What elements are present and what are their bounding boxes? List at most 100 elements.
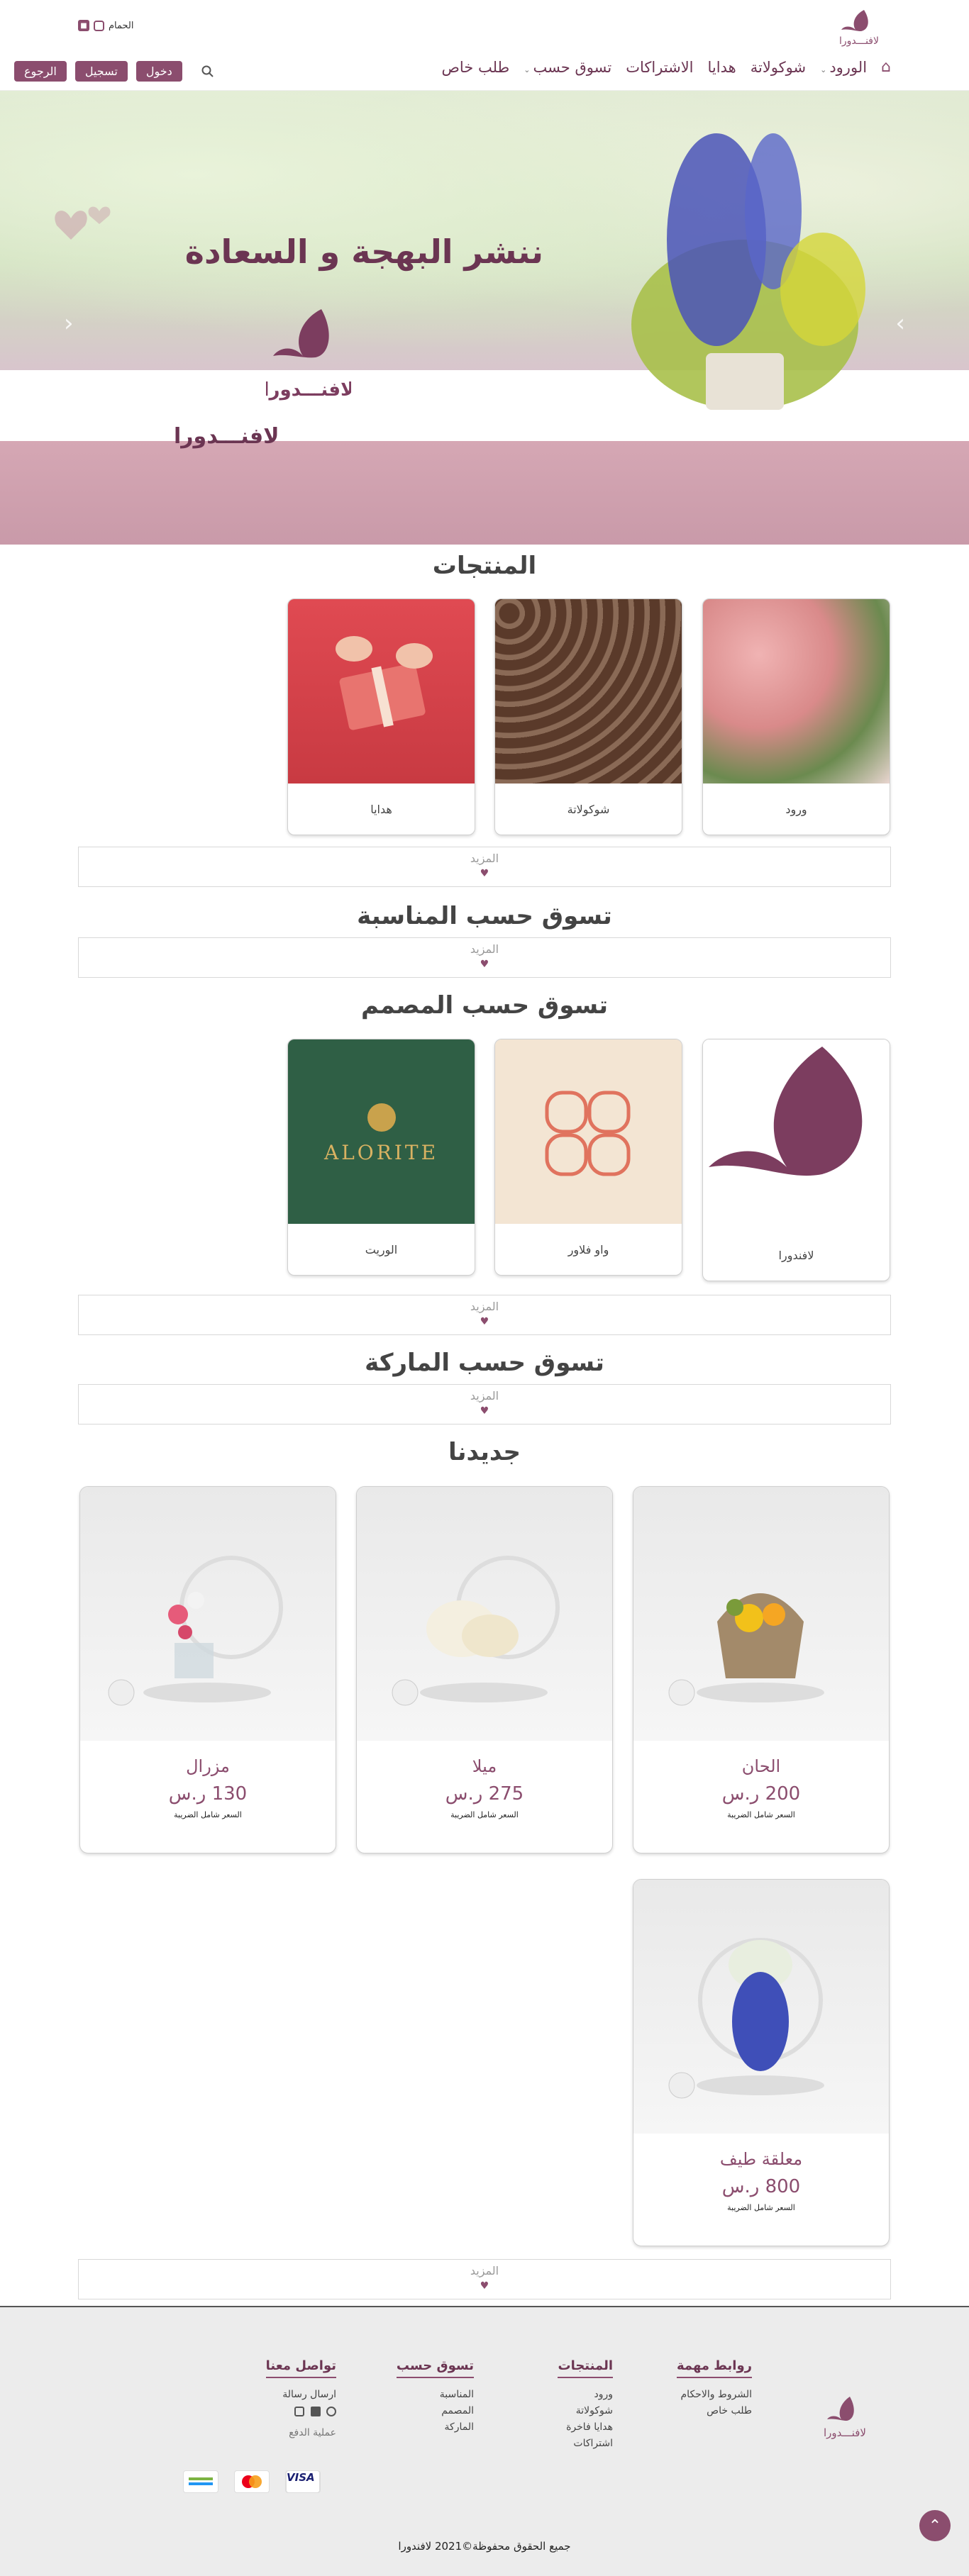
category-card-roses[interactable]: ورود: [702, 598, 890, 835]
products-section-title: المنتجات: [432, 552, 537, 580]
rose-emblem-icon: [367, 1103, 396, 1132]
product-price: 275 ر.س: [445, 1783, 524, 1805]
nav-item-shop-by[interactable]: تسوق حسب⌄: [524, 59, 611, 76]
lavandora-logo-icon: [709, 1047, 863, 1176]
designer-label: الوريت: [365, 1242, 398, 1256]
product-photo: [633, 1880, 889, 2134]
category-label: شوكولاتة: [567, 802, 610, 816]
register-button[interactable]: تسجيل: [74, 61, 128, 82]
footer-link[interactable]: المصمم: [397, 2403, 474, 2419]
designer-card-alorite[interactable]: ALORITE الوريت: [287, 1039, 475, 1276]
main-navbar: ⌂ الورود⌄ شوكولاتة هدايا الاشتراكات تسوق…: [0, 51, 969, 91]
category-label: ورود: [785, 802, 807, 816]
brand-more-button[interactable]: المزيد ♥: [78, 1384, 891, 1424]
products-more-button[interactable]: المزيد ♥: [78, 847, 891, 887]
site-logo[interactable]: لافنـــدورا: [827, 7, 891, 47]
category-card-gifts[interactable]: هدايا: [287, 598, 475, 835]
clover-icon: [545, 1091, 631, 1176]
product-photo: [357, 1487, 612, 1741]
lavandora-logo: [703, 1039, 890, 1230]
heart-icon: ♥: [480, 1405, 489, 1417]
user-icon[interactable]: ■: [78, 20, 89, 31]
footer-col-shop-by: تسوق حسب المناسبة المصمم الماركة: [396, 2358, 474, 2436]
logo-text: لافنـــدورا: [839, 35, 879, 47]
home-icon[interactable]: ⌂: [881, 58, 891, 76]
footer-link[interactable]: ارسال رسالة: [266, 2387, 336, 2403]
brand-section-title: تسوق حسب الماركة: [365, 1349, 604, 1377]
mastercard-icon: [242, 2475, 262, 2488]
product-name: ميلا: [472, 1756, 497, 1776]
hearts-decoration-icon: [55, 206, 111, 240]
footer-col-title: تواصل معنا: [265, 2358, 336, 2378]
new-more-button[interactable]: المزيد ♥: [78, 2259, 891, 2299]
user-icon[interactable]: [310, 2407, 321, 2416]
product-card-mila[interactable]: ميلا 275 ر.س السعر شامل الضريبة: [356, 1486, 613, 1853]
instagram-icon[interactable]: [94, 20, 104, 31]
footer-link[interactable]: الماركة: [397, 2419, 474, 2436]
designer-card-wow-flower[interactable]: واو فلاور: [494, 1039, 682, 1276]
payment-label: عملية الدفع: [289, 2427, 336, 2438]
instagram-icon[interactable]: [294, 2407, 305, 2416]
category-card-chocolate[interactable]: شوكولاتة: [494, 598, 682, 835]
white-bouquet-icon: [392, 1556, 560, 1706]
designer-label: لافندورا: [778, 1248, 814, 1262]
nav-item-chocolate[interactable]: شوكولاتة: [751, 59, 806, 76]
chevron-down-icon: ⌄: [524, 65, 531, 74]
chocolate-box-photo: [495, 599, 682, 784]
chevron-up-icon: ⌃: [928, 2516, 942, 2535]
nav-item-subscriptions[interactable]: الاشتراكات: [626, 59, 693, 76]
back-button[interactable]: الرجوع: [14, 61, 67, 82]
site-footer: لافنـــدورا روابط مهمة الشروط والاحكام ط…: [0, 2306, 969, 2576]
copyright-text: جميع الحقوق محفوظة©2021 لافندورا: [398, 2540, 571, 2553]
product-price: 130 ر.س: [168, 1783, 248, 1805]
top-bar: لافنـــدورا ■ الحمام: [0, 0, 969, 51]
nav-item-special-order[interactable]: طلب خاص: [442, 59, 510, 76]
category-label: هدايا: [370, 802, 392, 816]
mada-payment-icon: [183, 2470, 218, 2493]
gift-icon: [336, 636, 433, 730]
footer-link[interactable]: ورود: [558, 2387, 613, 2403]
heart-icon: ♥: [480, 1316, 489, 1327]
heart-icon: ♥: [480, 2280, 489, 2292]
nav-item-gifts[interactable]: هدايا: [708, 59, 736, 76]
occasion-section-title: تسوق حسب المناسبة: [357, 902, 612, 930]
nav-actions: الرجوع تسجيل دخول: [14, 61, 218, 82]
product-card-mzral[interactable]: مزرال 130 ر.س السعر شامل الضريبة: [79, 1486, 336, 1853]
social-icons: [266, 2406, 336, 2422]
search-icon[interactable]: [198, 62, 218, 82]
whatsapp-icon[interactable]: [326, 2407, 336, 2416]
product-tax-note: السعر شامل الضريبة: [450, 1810, 519, 1819]
footer-link[interactable]: المناسبة: [397, 2387, 474, 2403]
footer-link[interactable]: طلب خاص: [677, 2403, 752, 2419]
footer-logo[interactable]: لافنـــدورا: [813, 2392, 877, 2442]
hanging-bouquet-icon: [668, 1938, 824, 2099]
carousel-prev-button[interactable]: ‹: [64, 309, 74, 338]
hero-logo-icon: لافنـــدورا: [266, 309, 351, 401]
footer-col-title: المنتجات: [558, 2358, 613, 2378]
payment-methods: VISA: [183, 2470, 321, 2493]
nav-item-roses[interactable]: الورود⌄: [820, 59, 867, 76]
footer-link[interactable]: اشتراكات: [558, 2436, 613, 2452]
carousel-next-button[interactable]: ›: [895, 309, 905, 338]
login-button[interactable]: دخول: [135, 61, 182, 82]
heart-icon: ♥: [480, 959, 489, 970]
footer-link[interactable]: هدايا فاخرة: [558, 2419, 613, 2436]
lavandora-logo-icon: لافنـــدورا: [824, 2397, 866, 2439]
mastercard-payment-icon: [234, 2470, 270, 2493]
footer-link[interactable]: شوكولاتة: [558, 2403, 613, 2419]
designer-card-lavandora[interactable]: لافندورا: [702, 1039, 890, 1281]
hero-logo-text: لافنـــدورا: [266, 379, 351, 401]
product-card-moalaqa-taif[interactable]: معلقة طيف 800 ر.س السعر شامل الضريبة: [633, 1879, 890, 2246]
hero-sub-text: لافنـــدورا: [174, 424, 279, 449]
heart-icon: ♥: [480, 868, 489, 879]
product-card-alhan[interactable]: الحان 200 ر.س السعر شامل الضريبة: [633, 1486, 890, 1853]
product-name: معلقة طيف: [719, 2149, 803, 2169]
product-tax-note: السعر شامل الضريبة: [727, 2203, 795, 2212]
occasion-more-button[interactable]: المزيد ♥: [78, 937, 891, 978]
scroll-to-top-button[interactable]: ⌃: [919, 2510, 951, 2541]
site-header: لافنـــدورا ■ الحمام ⌂ الورود⌄ شوكولاتة …: [0, 0, 969, 91]
gift-box-photo: [288, 599, 475, 784]
user-link[interactable]: الحمام: [109, 21, 134, 31]
designer-more-button[interactable]: المزيد ♥: [78, 1295, 891, 1335]
footer-link[interactable]: الشروط والاحكام: [677, 2387, 752, 2403]
